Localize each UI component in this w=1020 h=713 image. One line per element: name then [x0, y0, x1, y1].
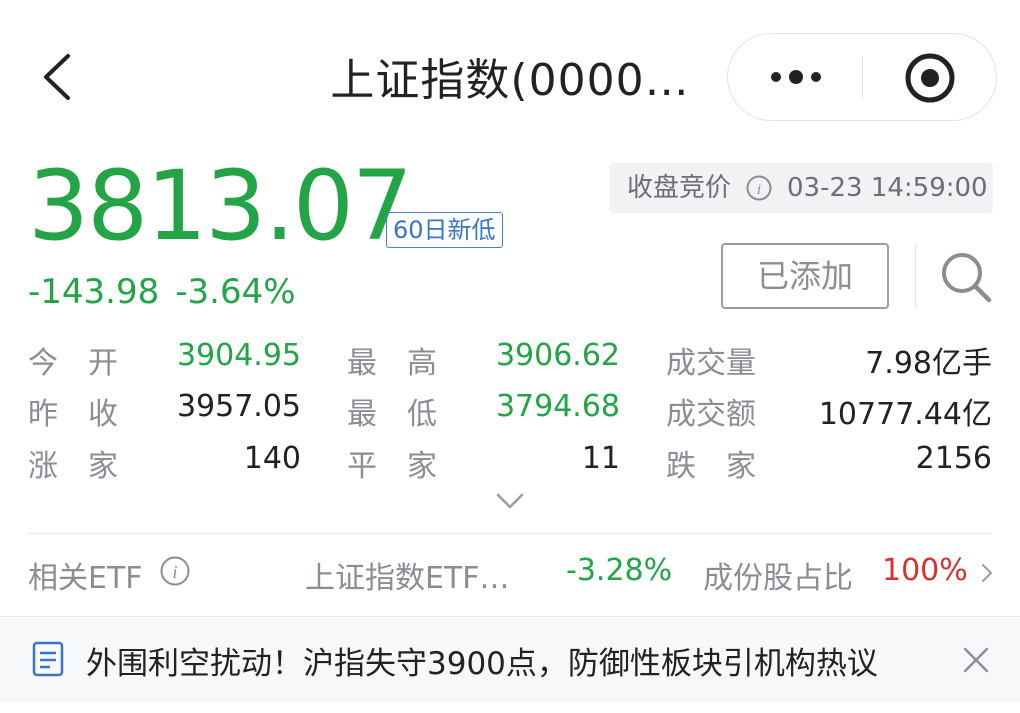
chevron-down-icon[interactable]: [496, 492, 524, 510]
stat-value: 3794.68: [495, 389, 620, 424]
stat-label: 最低: [347, 397, 467, 432]
back-icon[interactable]: [38, 52, 78, 102]
svg-text:i: i: [172, 562, 177, 582]
chevron-right-icon[interactable]: [980, 562, 994, 584]
stat-value: 140: [243, 441, 301, 476]
stat-label: 今开: [28, 346, 148, 381]
section-divider: [28, 533, 992, 534]
timestamp: 03-23 14:59:00: [787, 173, 988, 203]
current-price: 3813.07: [28, 150, 413, 262]
stat-label: 涨家: [28, 449, 148, 484]
new-low-badge: 60日新低: [386, 212, 503, 248]
added-watchlist-button[interactable]: 已添加: [721, 243, 889, 309]
stat-value: 3904.95: [176, 338, 301, 373]
constituent-share-value: 100%: [882, 553, 968, 588]
stat-value: 2156: [915, 441, 992, 476]
mini-program-capsule: [727, 33, 997, 121]
document-icon: [32, 641, 64, 677]
news-headline[interactable]: 外围利空扰动！沪指失守3900点，防御性板块引机构热议: [86, 638, 878, 683]
change-amount: -143.98: [28, 272, 160, 312]
stat-label: 跌家: [666, 449, 786, 484]
stat-label: 成交量: [666, 346, 756, 381]
capsule-divider: [862, 56, 863, 98]
vertical-divider: [915, 245, 916, 307]
etf-name: 上证指数ETF…: [305, 561, 510, 596]
svg-text:i: i: [757, 182, 761, 198]
stat-value: 3957.05: [176, 389, 301, 424]
price-change: -143.98 -3.64%: [28, 272, 312, 312]
more-dots-icon[interactable]: [766, 67, 826, 87]
constituent-share-label: 成份股占比: [703, 561, 853, 596]
stat-value: 7.98亿手: [865, 346, 992, 381]
close-icon[interactable]: [962, 646, 990, 674]
etf-change-percent: -3.28%: [566, 553, 673, 588]
etf-row-label: 相关ETF: [28, 561, 143, 596]
stat-label: 成交额: [666, 397, 756, 432]
target-circle-icon[interactable]: [904, 52, 956, 104]
stat-label: 最高: [347, 346, 467, 381]
stat-label: 平家: [347, 449, 467, 484]
stat-value: 10777.44亿: [818, 397, 992, 432]
status-label: 收盘竞价: [627, 173, 732, 203]
section-divider: [0, 616, 1020, 617]
info-icon[interactable]: i: [746, 175, 772, 201]
info-icon[interactable]: i: [160, 556, 190, 586]
change-percent: -3.64%: [175, 272, 296, 312]
stat-value: 3906.62: [495, 338, 620, 373]
search-icon[interactable]: [939, 250, 993, 304]
stat-value: 11: [581, 441, 620, 476]
stat-label: 昨收: [28, 397, 148, 432]
market-status-box: 收盘竞价 i 03-23 14:59:00: [609, 163, 993, 213]
